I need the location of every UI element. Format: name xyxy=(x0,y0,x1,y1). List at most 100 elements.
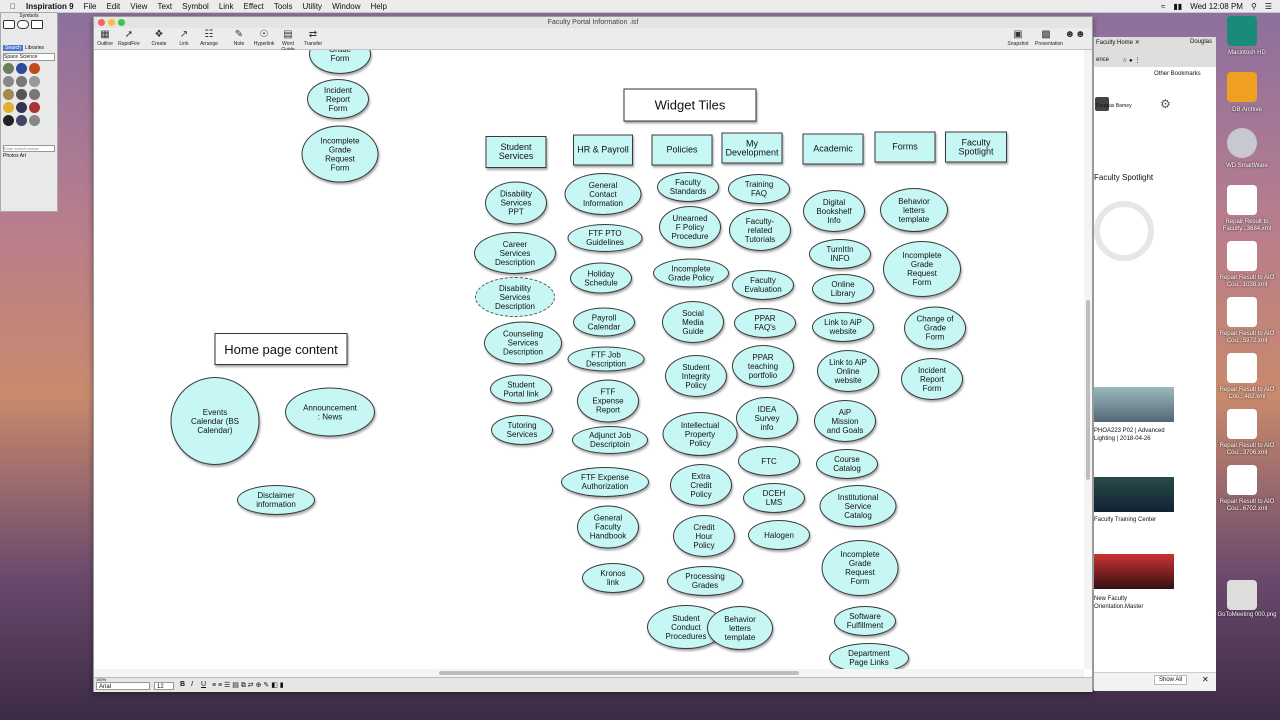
mars-icon[interactable] xyxy=(29,63,40,74)
events-calendar-node[interactable]: Events Calendar (BS Calendar) xyxy=(170,377,260,465)
comet-icon[interactable] xyxy=(29,89,40,100)
menu-file[interactable]: File xyxy=(84,2,97,11)
xml-file-icon[interactable] xyxy=(1227,353,1257,383)
menu-effect[interactable]: Effect xyxy=(244,2,264,11)
desktop-label-repair-2[interactable]: Repair Result to AIO Cou...1038.xml xyxy=(1216,275,1278,289)
toolbar-snapshot-button[interactable]: ▣ Snapshot xyxy=(1007,29,1029,47)
vertical-scroll-thumb[interactable] xyxy=(1086,300,1090,480)
diagram-canvas[interactable]: Widget Tiles Home page content Student S… xyxy=(94,50,1092,669)
menu-list-icon[interactable]: ☰ xyxy=(1265,2,1272,11)
vertical-scrollbar[interactable] xyxy=(1084,50,1092,669)
italic-icon[interactable]: I xyxy=(191,681,193,688)
browser-tab[interactable]: Faculty Home ✕ xyxy=(1096,39,1140,46)
flag-icon[interactable] xyxy=(16,63,27,74)
menu-window[interactable]: Window xyxy=(332,2,360,11)
menu-link[interactable]: Link xyxy=(219,2,234,11)
home-page-content-box[interactable]: Home page content xyxy=(214,333,348,365)
disability-services-description-node[interactable]: Disability Services Description xyxy=(475,277,555,317)
menu-symbol[interactable]: Symbol xyxy=(182,2,209,11)
payroll-calendar-node[interactable]: Payroll Calendar xyxy=(573,307,635,337)
header-faculty-spotlight[interactable]: Faculty Spotlight xyxy=(945,131,1007,163)
header-my-development[interactable]: My Development xyxy=(721,132,783,164)
institutional-service-catalog-node[interactable]: Institutional Service Catalog xyxy=(819,485,897,527)
desktop-label-repair-4[interactable]: Repair Result to AIO Cou...482.xml xyxy=(1216,387,1278,401)
shuttle-icon[interactable] xyxy=(29,115,40,126)
disc-icon[interactable] xyxy=(1227,128,1257,158)
font-select[interactable]: Arial xyxy=(96,682,150,690)
other-bookmarks[interactable]: Other Bookmarks xyxy=(1154,71,1201,77)
incomplete-grade-request-form-academic-node[interactable]: Incomplete Grade Request Form xyxy=(821,540,899,596)
close-window-icon[interactable] xyxy=(98,19,105,26)
apple-icon[interactable]:  xyxy=(10,2,16,11)
close-download-bar-icon[interactable]: ✕ xyxy=(1202,675,1209,684)
moon-icon[interactable] xyxy=(16,89,27,100)
ftc-node[interactable]: FTC xyxy=(738,446,800,476)
profile-name[interactable]: Douglas Barney xyxy=(1096,103,1132,109)
astronaut-icon[interactable] xyxy=(3,76,14,87)
header-forms[interactable]: Forms xyxy=(874,131,936,163)
library-select[interactable]: Space Science xyxy=(3,53,55,61)
menu-tools[interactable]: Tools xyxy=(274,2,293,11)
xml-file-icon[interactable] xyxy=(1227,409,1257,439)
desktop-label-repair-1[interactable]: Repair Result to Faculty...3684.xml xyxy=(1216,219,1278,233)
unearned-f-policy-node[interactable]: Unearned F Policy Procedure xyxy=(659,206,721,248)
font-size-select[interactable]: 12 xyxy=(154,682,174,690)
faculty-evaluation-node[interactable]: Faculty Evaluation xyxy=(732,270,794,300)
counseling-services-description-node[interactable]: Counseling Services Description xyxy=(484,321,562,365)
address-fragment[interactable]: ence xyxy=(1096,57,1109,63)
square-shape-icon[interactable] xyxy=(31,20,43,29)
general-faculty-handbook-node[interactable]: General Faculty Handbook xyxy=(577,505,639,549)
nebula-icon[interactable] xyxy=(29,102,40,113)
adjunct-job-description-node[interactable]: Adjunct Job Descriptoin xyxy=(572,426,648,454)
menu-app[interactable]: Inspiration 9 xyxy=(26,2,74,11)
desktop-label-macintosh-hd[interactable]: Macintosh HD xyxy=(1216,50,1278,57)
department-page-links-node[interactable]: Department Page Links xyxy=(829,643,909,669)
rect-shape-icon[interactable] xyxy=(3,20,15,29)
card-image-training[interactable] xyxy=(1094,477,1174,512)
header-student-services[interactable]: Student Services xyxy=(485,136,547,168)
ppar-teaching-portfolio-node[interactable]: PPAR teaching portfolio xyxy=(732,345,794,387)
announcement-news-node[interactable]: Announcement : News xyxy=(285,387,375,437)
halogen-node[interactable]: Halogen xyxy=(748,520,810,550)
course-catalog-node[interactable]: Course Catalog xyxy=(816,449,878,479)
planet-icon[interactable] xyxy=(3,63,14,74)
card-title-orientation[interactable]: New Faculty Orientation.Master xyxy=(1094,595,1174,611)
header-academic[interactable]: Academic xyxy=(802,133,864,165)
star-icon[interactable]: ☆ ● ⋮ xyxy=(1122,57,1140,64)
menu-utility[interactable]: Utility xyxy=(303,2,323,11)
bold-icon[interactable]: B xyxy=(180,681,185,688)
toolbar-note-button[interactable]: ✎ Note xyxy=(228,29,250,47)
art-checkbox[interactable]: Art xyxy=(20,153,26,159)
menu-view[interactable]: View xyxy=(130,2,147,11)
photos-checkbox[interactable]: Photos xyxy=(3,153,19,159)
online-library-node[interactable]: Online Library xyxy=(812,274,874,304)
toolbar-people-icon[interactable]: ☻☻ xyxy=(1062,29,1088,41)
general-contact-information-node[interactable]: General Contact Information xyxy=(564,173,642,215)
aip-mission-goals-node[interactable]: AiP Mission and Goals xyxy=(814,400,876,442)
desktop-label-db-archive[interactable]: DB Archive xyxy=(1216,107,1278,114)
toolbar-presentation-button[interactable]: ▩ Presentation xyxy=(1035,29,1063,47)
card-image-lighting[interactable] xyxy=(1094,387,1174,422)
gear-icon[interactable]: ⚙ xyxy=(1160,97,1171,111)
toolbar-hyperlink-button[interactable]: ☉ Hyperlink xyxy=(253,29,275,47)
desktop-label-repair-3[interactable]: Repair Result to AIO Cou...5972.xml xyxy=(1216,331,1278,345)
incident-report-form-node[interactable]: Incident Report Form xyxy=(307,79,369,119)
desktop-label-gotomeeting[interactable]: GoToMeeting 000.png xyxy=(1216,612,1278,619)
palette-search-input[interactable]: Enter search words xyxy=(3,145,55,152)
digital-bookshelf-info-node[interactable]: Digital Bookshelf Info xyxy=(803,190,865,232)
card-title-lighting[interactable]: PHOA223 P02 | Advanced Lighting | 2018-0… xyxy=(1094,427,1174,443)
rocket-icon[interactable] xyxy=(16,76,27,87)
xml-file-icon[interactable] xyxy=(1227,241,1257,271)
menu-edit[interactable]: Edit xyxy=(106,2,120,11)
card-image-orientation[interactable] xyxy=(1094,554,1174,589)
toolbar-outline-button[interactable]: ▦ Outline xyxy=(94,29,116,47)
clock[interactable]: Wed 12:08 PM xyxy=(1190,2,1243,11)
menu-help[interactable]: Help xyxy=(371,2,387,11)
show-all-button[interactable]: Show All xyxy=(1154,675,1188,685)
faculty-standards-node[interactable]: Faculty Standards xyxy=(657,172,719,202)
social-media-guide-node[interactable]: Social Media Guide xyxy=(662,301,724,343)
toolbar-link-button[interactable]: ↗ Link xyxy=(173,29,195,47)
archive-drive-icon[interactable] xyxy=(1227,72,1257,102)
satellite-icon[interactable] xyxy=(29,76,40,87)
horizontal-scrollbar[interactable] xyxy=(94,669,1084,677)
